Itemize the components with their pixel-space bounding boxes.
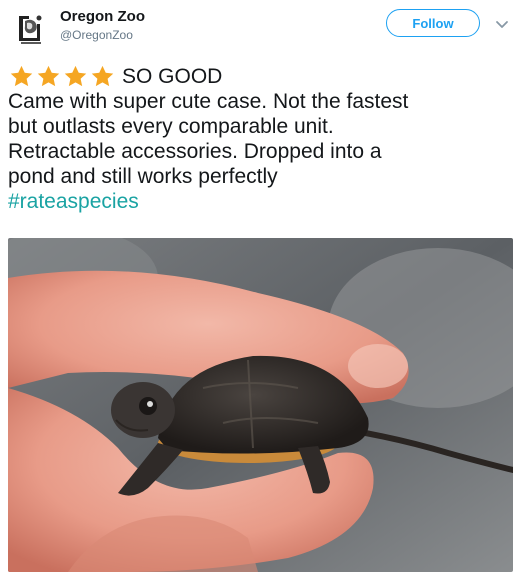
follow-button[interactable]: Follow xyxy=(386,9,480,37)
tweet-card: Oregon Zoo @OregonZoo Follow SO GOOD Cam… xyxy=(0,0,521,575)
tweet-line: pond and still works perfectly xyxy=(8,165,278,188)
tweet-header: Oregon Zoo @OregonZoo Follow xyxy=(0,0,521,60)
rating-headline: SO GOOD xyxy=(122,65,223,88)
tweet-line: but outlasts every comparable unit. xyxy=(8,115,334,138)
star-icon xyxy=(37,65,60,87)
handle[interactable]: @OregonZoo xyxy=(60,28,133,42)
hashtag-link[interactable]: #rateaspecies xyxy=(8,189,513,214)
star-icon xyxy=(64,65,87,87)
tweet-text: SO GOOD Came with super cute case. Not t… xyxy=(8,64,513,214)
tweet-photo[interactable] xyxy=(8,238,513,572)
tweet-line: Retractable accessories. Dropped into a xyxy=(8,140,382,163)
star-icon xyxy=(10,65,33,87)
rating-line: SO GOOD xyxy=(8,64,513,89)
star-icon xyxy=(91,65,114,87)
display-name[interactable]: Oregon Zoo xyxy=(60,8,145,25)
tweet-line: Came with super cute case. Not the faste… xyxy=(8,90,409,113)
star-rating xyxy=(8,64,116,89)
chevron-down-icon xyxy=(496,21,508,28)
avatar[interactable] xyxy=(11,10,49,48)
more-options-button[interactable] xyxy=(493,15,511,33)
oregon-zoo-logo-icon xyxy=(15,13,45,45)
turtle-photo xyxy=(8,238,513,572)
